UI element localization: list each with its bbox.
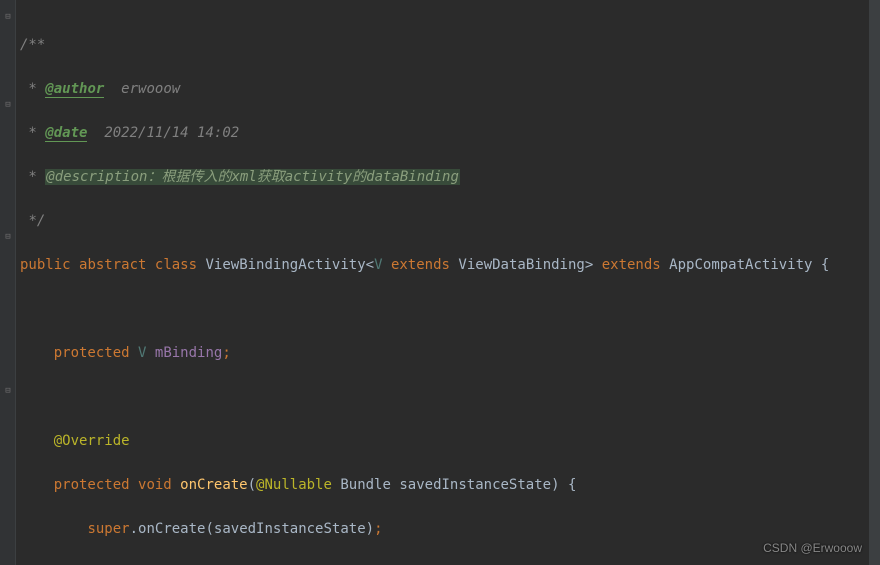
fold-marker-icon[interactable]: ⊟ — [3, 232, 13, 242]
javadoc-start: /** — [20, 37, 45, 53]
fold-marker-icon[interactable]: ⊟ — [3, 12, 13, 22]
author-tag: @author — [45, 81, 104, 98]
editor-gutter: ⊟ ⊟ ⊟ ⊟ — [0, 0, 16, 565]
fold-marker-icon[interactable]: ⊟ — [3, 100, 13, 110]
field-declaration: protected V mBinding; — [20, 342, 864, 364]
watermark-text: CSDN @Erwooow — [763, 537, 862, 559]
date-value: 2022/11/14 14:02 — [87, 125, 239, 141]
class-declaration: public abstract class ViewBindingActivit… — [20, 254, 864, 276]
code-editor[interactable]: /** * @author erwooow * @date 2022/11/14… — [16, 0, 868, 565]
javadoc-line: * — [20, 81, 45, 97]
fold-marker-icon[interactable]: ⊟ — [3, 386, 13, 396]
vertical-scrollbar[interactable] — [868, 0, 880, 565]
author-value: erwooow — [104, 81, 180, 97]
override-annotation: @Override — [20, 430, 864, 452]
date-tag: @date — [45, 125, 87, 142]
method-declaration-oncreate: protected void onCreate(@Nullable Bundle… — [20, 474, 864, 496]
javadoc-end: */ — [20, 213, 45, 229]
javadoc-line: * — [20, 125, 45, 141]
description-tag: @description：根据传入的xml获取activity的dataBind… — [45, 169, 460, 185]
javadoc-line: * — [20, 169, 45, 185]
code-line: super.onCreate(savedInstanceState); — [20, 518, 864, 540]
